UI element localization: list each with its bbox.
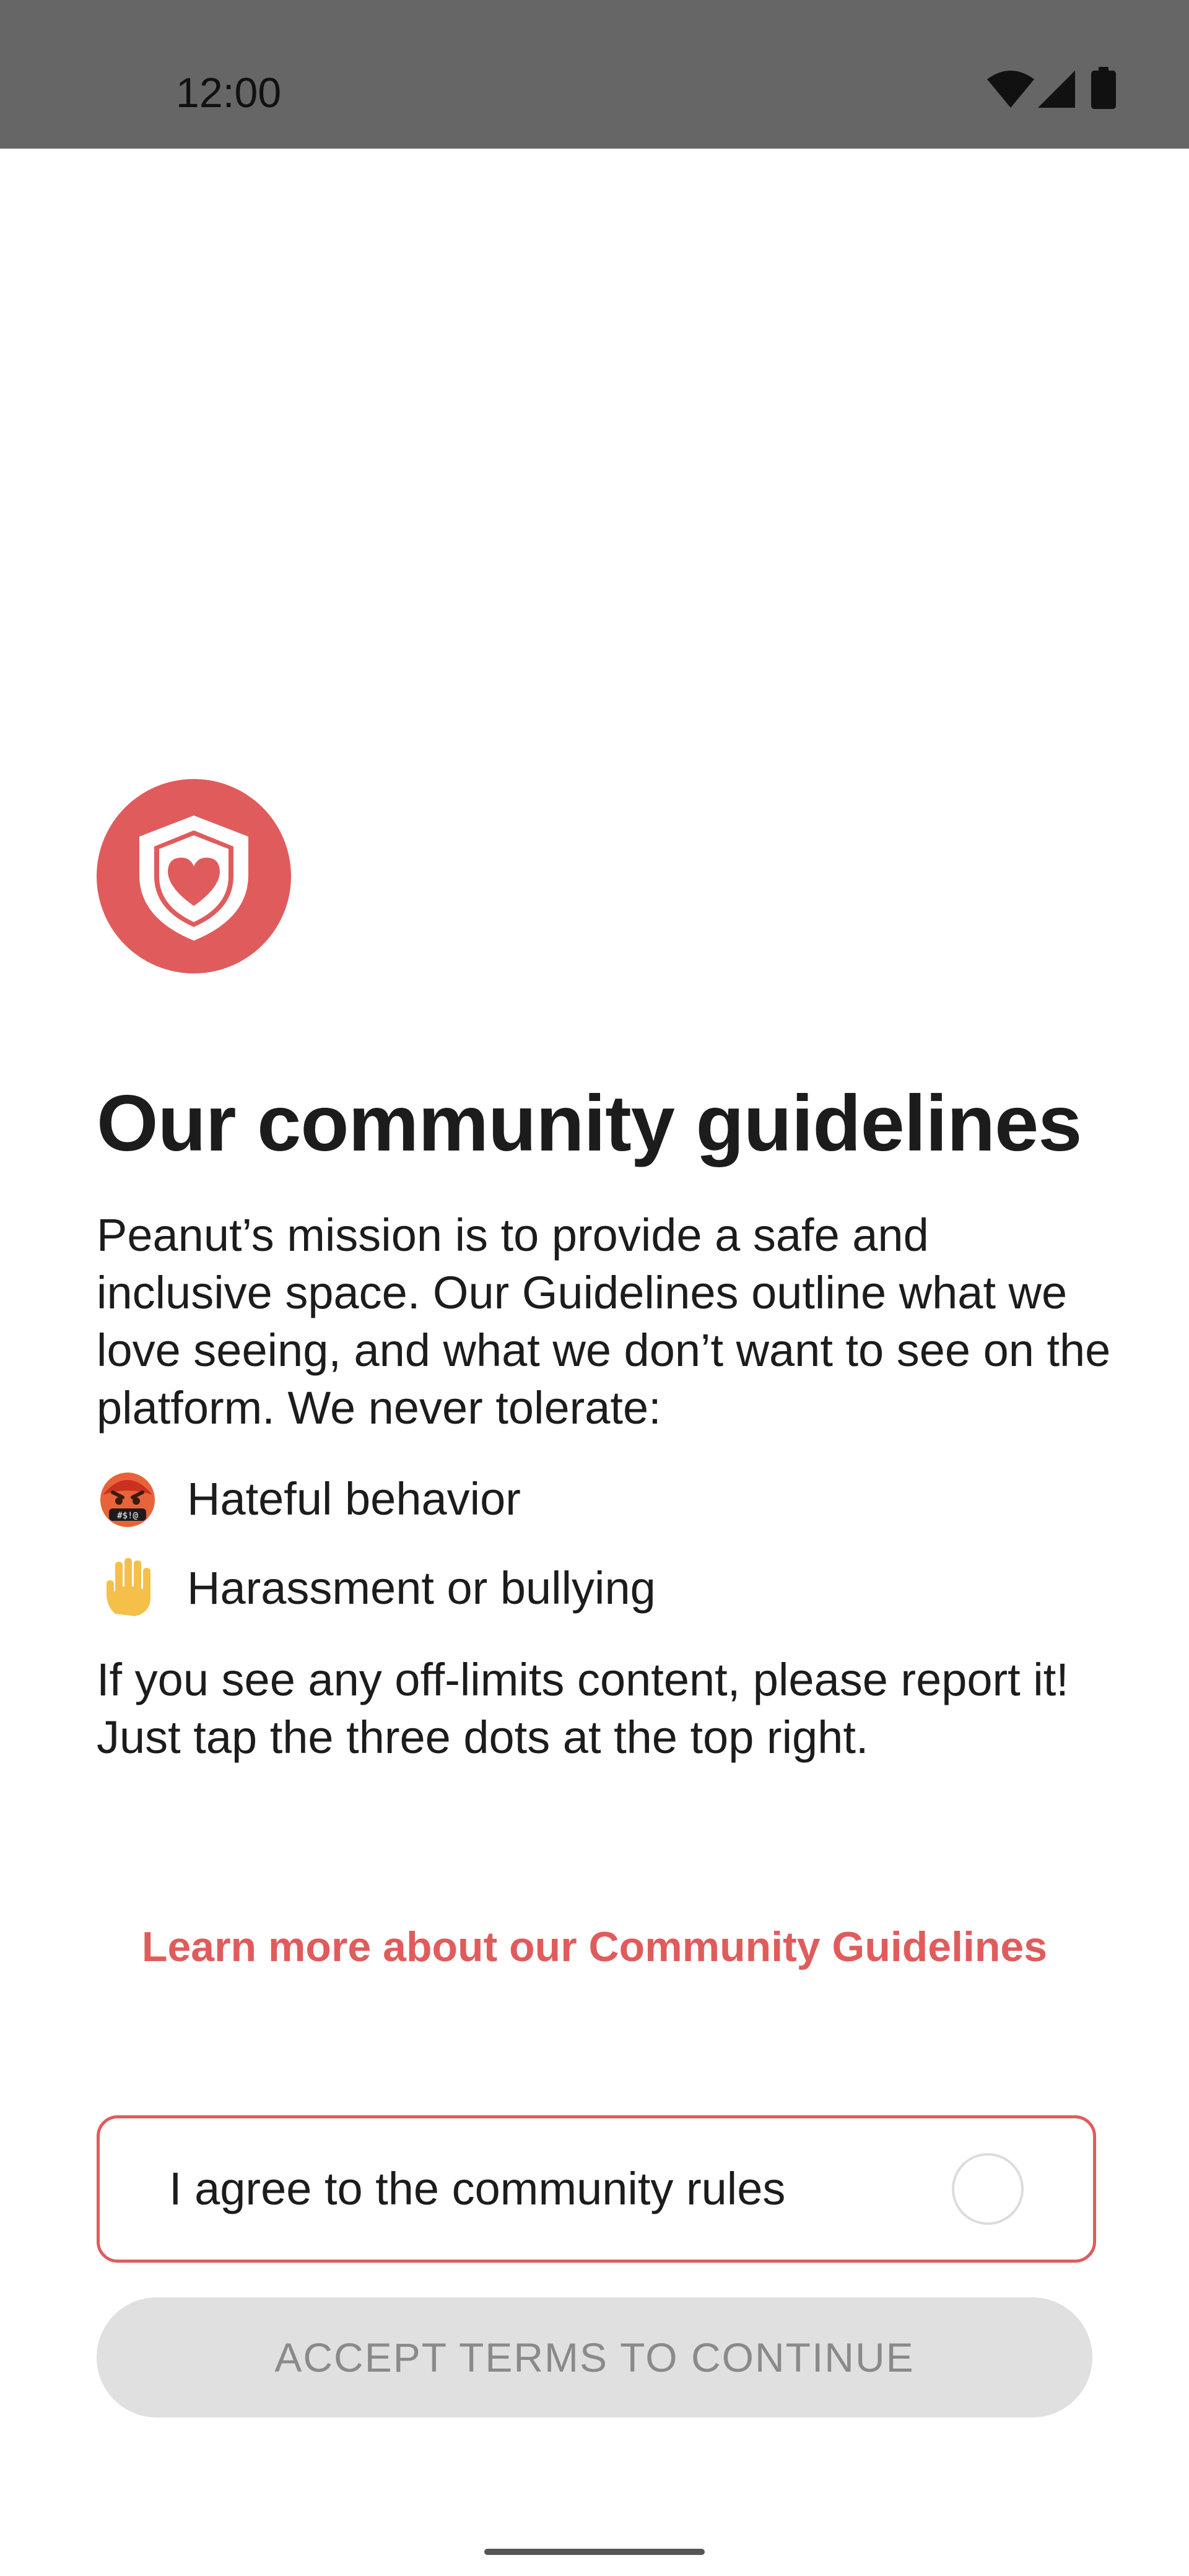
rule-label: Harassment or bullying xyxy=(187,1562,656,1614)
cellular-signal-icon xyxy=(1038,71,1075,108)
shield-heart-badge xyxy=(97,779,291,973)
home-indicator[interactable] xyxy=(484,2549,705,2555)
wifi-icon xyxy=(987,71,1034,108)
raised-hand-emoji-icon xyxy=(97,1557,159,1619)
report-instructions: If you see any off-limits content, pleas… xyxy=(97,1654,1069,1763)
status-icons xyxy=(986,67,1135,109)
agree-label: I agree to the community rules xyxy=(169,2163,786,2214)
accept-terms-button[interactable]: ACCEPT TERMS TO CONTINUE xyxy=(97,2297,1092,2417)
svg-text:#$!@: #$!@ xyxy=(117,1511,138,1521)
rule-item-hateful-behavior: #$!@ Hateful behavior xyxy=(97,1468,1112,1530)
status-time: 12:00 xyxy=(176,69,282,116)
agree-checkbox-row[interactable]: I agree to the community rules xyxy=(97,2115,1096,2263)
status-bar: 12:00 xyxy=(0,0,1189,149)
community-guidelines-link[interactable]: Learn more about our Community Guideline… xyxy=(0,1917,1189,1977)
intro-text: Peanut’s mission is to provide a safe an… xyxy=(97,1209,1111,1434)
page-title: Our community guidelines xyxy=(97,1079,1082,1168)
cursing-face-emoji-icon: #$!@ xyxy=(97,1468,159,1530)
rule-label: Hateful behavior xyxy=(187,1473,521,1525)
agree-radio-button[interactable] xyxy=(952,2153,1024,2225)
battery-icon xyxy=(1091,67,1116,109)
shield-heart-icon xyxy=(139,816,248,941)
rule-item-harassment: Harassment or bullying xyxy=(97,1557,1112,1619)
